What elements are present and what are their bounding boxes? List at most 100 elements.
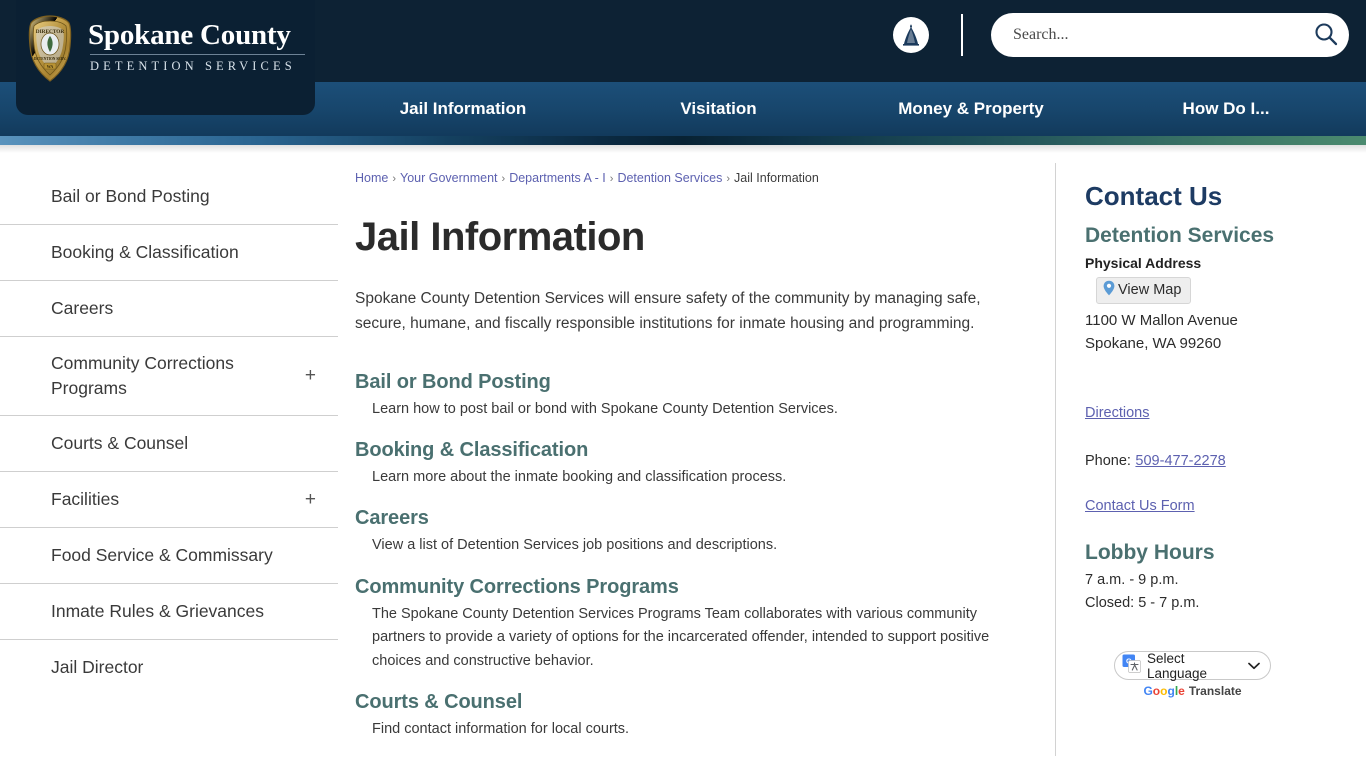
content-section-booking-classification: Booking & Classification Learn more abou… <box>355 439 1035 489</box>
police-badge-icon: DIRECTOR DETENTION SERV. WA <box>25 14 75 84</box>
address-line-1: 1100 W Mallon Avenue <box>1085 312 1238 329</box>
section-link-courts-counsel[interactable]: Courts & Counsel <box>355 691 1035 714</box>
lobby-hours-line-2: Closed: 5 - 7 p.m. <box>1085 595 1200 612</box>
lobby-hours-heading: Lobby Hours <box>1085 540 1215 564</box>
sidebar-item-label: Bail or Bond Posting <box>51 186 210 207</box>
site-logo-block[interactable]: DIRECTOR DETENTION SERV. WA Spokane Coun… <box>16 0 315 115</box>
sidebar-item-food-service-commissary[interactable]: Food Service & Commissary <box>0 528 338 584</box>
breadcrumb-link-departments-a-i[interactable]: Departments A - I <box>509 171 606 185</box>
map-pin-icon <box>1103 280 1115 300</box>
google-translate-icon: G <box>1122 654 1141 678</box>
address-line-2: Spokane, WA 99260 <box>1085 334 1222 352</box>
sidebar-item-booking-classification[interactable]: Booking & Classification <box>0 225 338 281</box>
breadcrumb-link-home[interactable]: Home <box>355 171 388 185</box>
breadcrumb-separator: › <box>726 173 731 185</box>
logo-title: Spokane County <box>88 19 291 51</box>
sidebar-item-label: Food Service & Commissary <box>51 544 273 565</box>
svg-text:DIRECTOR: DIRECTOR <box>36 29 65 35</box>
nav-item-how-do-i[interactable]: How Do I... <box>1101 93 1351 125</box>
section-description: The Spokane County Detention Services Pr… <box>372 605 990 669</box>
phone-number-link[interactable]: 509-477-2278 <box>1135 453 1225 469</box>
select-language-label: Select Language <box>1147 650 1208 681</box>
search-icon <box>1313 21 1339 50</box>
section-description: Find contact information for local court… <box>372 721 630 738</box>
sidebar-item-facilities[interactable]: Facilities + <box>0 472 338 528</box>
select-language-dropdown[interactable]: G Select Language <box>1114 650 1271 681</box>
section-link-careers[interactable]: Careers <box>355 507 1035 530</box>
header-drop-shadow <box>0 145 1366 153</box>
google-translate-widget: G Select Language Google Translate <box>1105 651 1280 698</box>
logo-divider-rule <box>90 54 305 56</box>
section-link-community-corrections-programs[interactable]: Community Corrections Programs <box>355 576 1035 599</box>
section-link-booking-classification[interactable]: Booking & Classification <box>355 439 1035 462</box>
view-map-button[interactable]: View Map <box>1096 277 1192 304</box>
sidebar-item-community-corrections-programs[interactable]: Community Corrections Programs + <box>0 337 338 416</box>
breadcrumb: Home › Your Government › Departments A - I › D… <box>355 171 1035 185</box>
expand-plus-icon[interactable]: + <box>295 490 316 509</box>
section-description: Learn how to post bail or bond with Spok… <box>372 400 838 417</box>
page-title: Jail Information <box>355 215 645 259</box>
header-vertical-divider <box>961 14 963 56</box>
physical-address-label: Physical Address <box>1085 255 1202 271</box>
content-section-community-corrections-programs: Community Corrections Programs The Spoka… <box>355 576 1035 673</box>
svg-text:WA: WA <box>47 64 54 69</box>
sidebar-item-label: Careers <box>51 298 114 319</box>
logo-text-group: Spokane County DETENTION SERVICES <box>88 14 305 74</box>
nav-item-visitation[interactable]: Visitation <box>596 93 841 125</box>
section-description: Learn more about the inmate booking and … <box>372 468 787 485</box>
sidebar-item-careers[interactable]: Careers <box>0 281 338 337</box>
breadcrumb-separator: › <box>609 173 614 185</box>
google-letter-e: e <box>1178 684 1185 699</box>
search-bar[interactable] <box>991 13 1349 57</box>
view-map-label: View Map <box>1118 282 1182 298</box>
section-link-bail-or-bond-posting[interactable]: Bail or Bond Posting <box>355 371 1035 394</box>
contact-us-heading: Contact Us <box>1085 181 1223 211</box>
google-letter-g1: G <box>1143 684 1153 699</box>
breadcrumb-current-page: Jail Information <box>734 171 819 185</box>
breadcrumb-separator: › <box>392 173 397 185</box>
google-letter-g2: g <box>1167 684 1175 699</box>
nav-item-jail-information[interactable]: Jail Information <box>330 93 596 125</box>
breadcrumb-link-your-government[interactable]: Your Government <box>400 171 498 185</box>
sidebar-item-bail-or-bond-posting[interactable]: Bail or Bond Posting <box>0 169 338 225</box>
left-sidebar-nav: Bail or Bond Posting Booking & Classific… <box>0 169 338 696</box>
lobby-hours-line-1: 7 a.m. - 9 p.m. <box>1085 571 1179 588</box>
sidebar-item-jail-director[interactable]: Jail Director <box>0 640 338 696</box>
main-content: Home › Your Government › Departments A - I › D… <box>355 171 1035 760</box>
breadcrumb-separator: › <box>501 173 506 185</box>
nav-items: Jail Information Visitation Money & Prop… <box>330 93 1366 125</box>
phone-row: Phone: 509-477-2278 <box>1085 452 1366 470</box>
sidebar-item-inmate-rules-grievances[interactable]: Inmate Rules & Grievances <box>0 584 338 640</box>
content-section-careers: Careers View a list of Detention Service… <box>355 507 1035 557</box>
translate-word: Translate <box>1188 684 1242 699</box>
search-submit-button[interactable] <box>1303 13 1349 57</box>
logo-subtitle: DETENTION SERVICES <box>90 59 296 74</box>
expand-plus-icon[interactable]: + <box>295 366 316 385</box>
sidebar-item-courts-counsel[interactable]: Courts & Counsel <box>0 416 338 472</box>
sidebar-item-label: Community Corrections Programs <box>51 353 234 398</box>
sidebar-item-label: Booking & Classification <box>51 242 239 263</box>
sidebar-item-label: Facilities <box>51 488 120 509</box>
intro-paragraph: Spokane County Detention Services will e… <box>355 290 981 333</box>
contact-department-name: Detention Services <box>1085 224 1275 247</box>
sidebar-item-label: Jail Director <box>51 657 144 678</box>
sidebar-item-label: Courts & Counsel <box>51 432 189 453</box>
content-sidebar-divider <box>1055 163 1056 756</box>
google-translate-credit: Google Translate <box>1105 684 1280 698</box>
svg-text:DETENTION SERV.: DETENTION SERV. <box>34 57 66 61</box>
section-description: View a list of Detention Services job po… <box>372 537 778 554</box>
logo-inner: DIRECTOR DETENTION SERV. WA Spokane Coun… <box>16 0 305 84</box>
directions-link[interactable]: Directions <box>1085 405 1149 421</box>
chevron-down-icon <box>1248 657 1260 675</box>
sidebar-item-label: Inmate Rules & Grievances <box>51 600 265 621</box>
google-wordmark: Google <box>1143 684 1184 698</box>
contact-us-form-link[interactable]: Contact Us Form <box>1085 498 1195 514</box>
breadcrumb-link-detention-services[interactable]: Detention Services <box>617 171 722 185</box>
search-input[interactable] <box>991 26 1303 44</box>
county-seal-icon[interactable] <box>893 17 929 53</box>
nav-item-money-property[interactable]: Money & Property <box>841 93 1101 125</box>
site-header: DIRECTOR DETENTION SERV. WA Spokane Coun… <box>0 0 1366 136</box>
